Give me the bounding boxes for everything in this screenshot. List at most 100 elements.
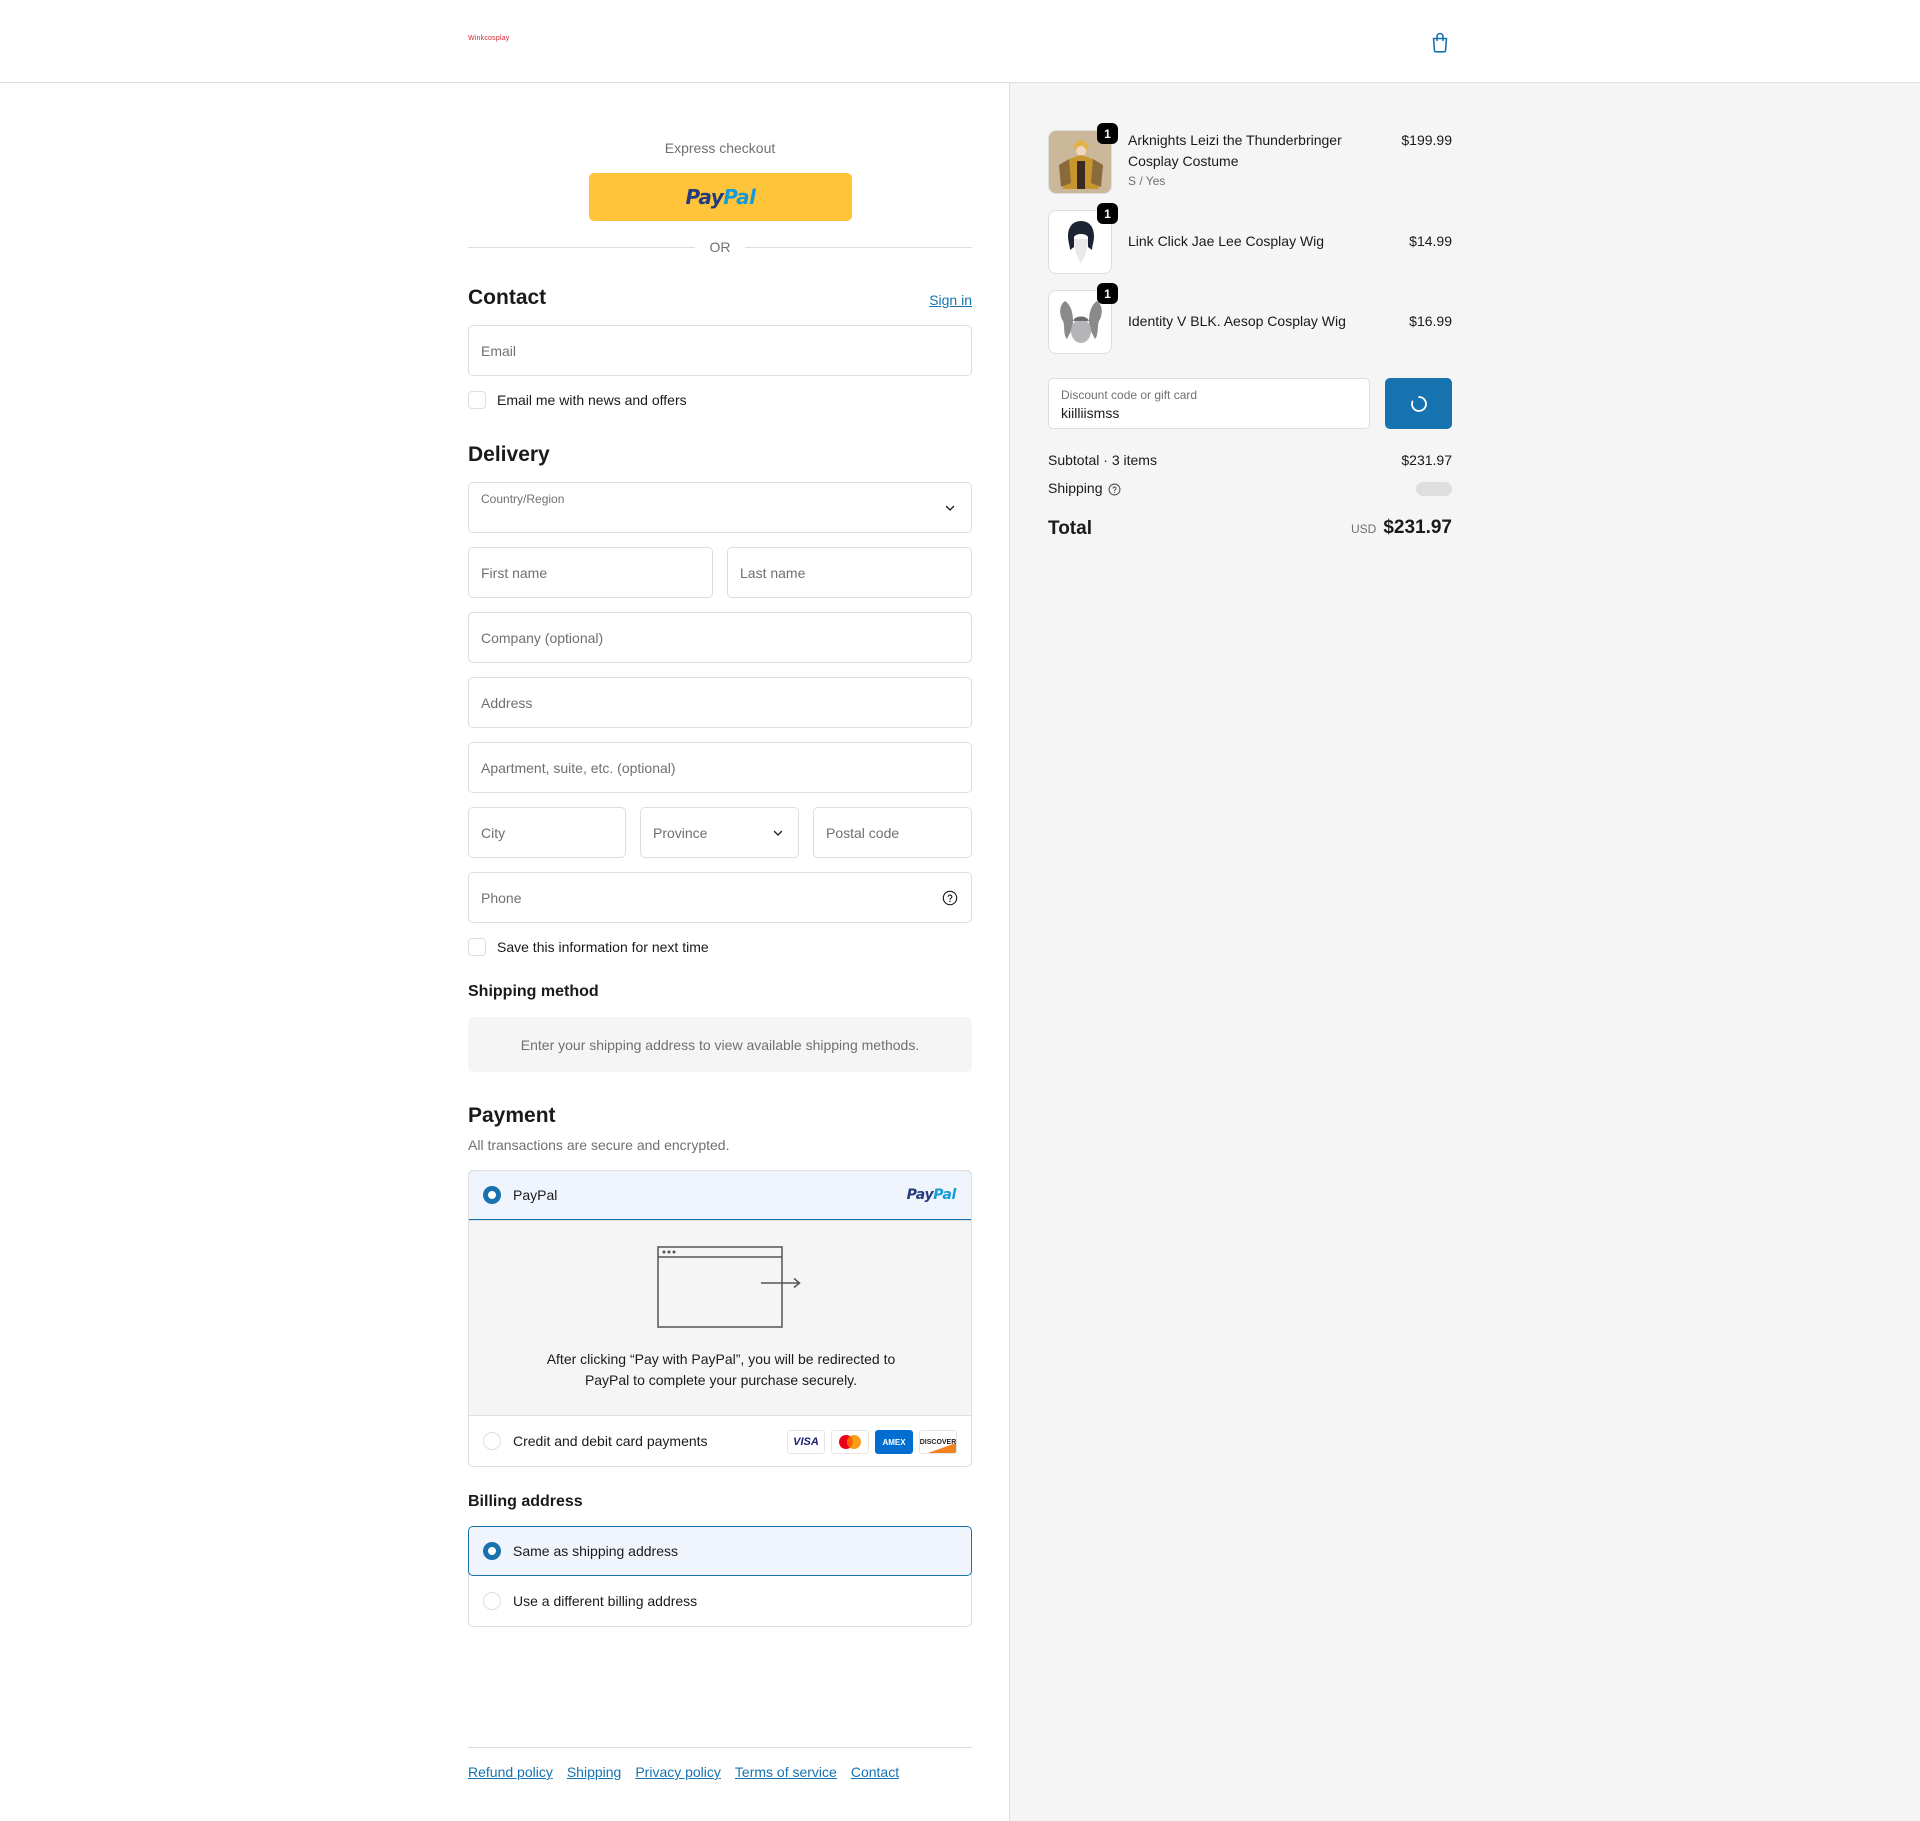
card-radio[interactable] <box>483 1432 501 1450</box>
help-circle-icon[interactable] <box>942 890 958 906</box>
payment-option-paypal[interactable]: PayPal PayPal <box>469 1171 971 1220</box>
quantity-badge: 1 <box>1097 283 1118 304</box>
arrow-right-icon <box>761 1277 801 1289</box>
country-label: Country/Region <box>481 492 565 506</box>
payment-option-card[interactable]: Credit and debit card payments VISA AMEX… <box>469 1416 971 1466</box>
save-info-checkbox-row[interactable]: Save this information for next time <box>468 938 709 956</box>
phone-field[interactable] <box>468 872 972 923</box>
item-name: Identity V BLK. Aesop Cosplay Wig <box>1128 313 1346 329</box>
shipping-loading-placeholder <box>1416 482 1452 496</box>
shopping-bag-icon[interactable] <box>1428 30 1452 54</box>
item-name: Link Click Jae Lee Cosplay Wig <box>1128 233 1325 249</box>
address-field[interactable] <box>468 677 972 728</box>
shipping-row: Shipping <box>1048 480 1452 496</box>
discover-icon: DISCOVER <box>919 1430 957 1454</box>
postal-code-field[interactable] <box>813 807 972 858</box>
footer-divider <box>468 1747 972 1748</box>
footer-links: Refund policy Shipping Privacy policy Te… <box>468 1764 899 1780</box>
billing-same-option[interactable]: Same as shipping address <box>468 1526 972 1576</box>
subtotal-row: Subtotal · 3 items $231.97 <box>1048 452 1452 468</box>
paypal-redirect-text: After clicking “Pay with PayPal”, you wi… <box>546 1351 896 1388</box>
paypal-option-label: PayPal <box>513 1187 558 1203</box>
amex-icon: AMEX <box>875 1430 913 1454</box>
postal-code-input[interactable] <box>814 808 971 857</box>
first-name-input[interactable] <box>469 548 712 597</box>
country-select[interactable]: Country/Region <box>468 482 972 533</box>
chevron-down-icon <box>945 505 955 511</box>
apartment-field[interactable] <box>468 742 972 793</box>
or-label: OR <box>709 239 731 255</box>
billing-different-radio[interactable] <box>483 1592 501 1610</box>
or-divider: OR <box>468 237 972 257</box>
newsletter-checkbox[interactable] <box>468 391 486 409</box>
contact-link[interactable]: Contact <box>851 1764 899 1780</box>
item-price: $199.99 <box>1401 132 1452 148</box>
express-checkout-label: Express checkout <box>664 140 776 156</box>
card-brands: VISA AMEX DISCOVER <box>787 1430 957 1454</box>
shipping-label: Shipping <box>1048 480 1103 496</box>
company-field[interactable] <box>468 612 972 663</box>
billing-options: Same as shipping address Use a different… <box>468 1526 972 1627</box>
subtotal-value: $231.97 <box>1401 452 1452 468</box>
discount-code-field[interactable]: Discount code or gift card kiilliismss <box>1048 378 1370 429</box>
shipping-policy-link[interactable]: Shipping <box>567 1764 622 1780</box>
item-price: $16.99 <box>1409 313 1452 329</box>
item-price: $14.99 <box>1409 233 1452 249</box>
email-input[interactable] <box>469 326 971 375</box>
paypal-radio[interactable] <box>483 1186 501 1204</box>
phone-input[interactable] <box>469 873 971 922</box>
payment-heading: Payment <box>468 1104 556 1127</box>
last-name-input[interactable] <box>728 548 971 597</box>
spinner-icon <box>1410 395 1427 412</box>
billing-different-label: Use a different billing address <box>513 1593 698 1609</box>
delivery-heading: Delivery <box>468 443 550 466</box>
last-name-field[interactable] <box>727 547 972 598</box>
email-field[interactable] <box>468 325 972 376</box>
paypal-logo: PayPal <box>906 1187 957 1203</box>
privacy-policy-link[interactable]: Privacy policy <box>635 1764 721 1780</box>
address-input[interactable] <box>469 678 971 727</box>
sign-in-link[interactable]: Sign in <box>929 292 972 308</box>
total-row: Total USD $231.97 <box>1048 517 1452 540</box>
subtotal-label: Subtotal · 3 items <box>1048 452 1157 468</box>
save-info-checkbox[interactable] <box>468 938 486 956</box>
contact-heading: Contact <box>468 286 547 309</box>
help-circle-icon[interactable] <box>1108 483 1121 496</box>
city-input[interactable] <box>469 808 625 857</box>
billing-different-option[interactable]: Use a different billing address <box>469 1576 971 1626</box>
currency-code: USD <box>1350 522 1377 536</box>
terms-of-service-link[interactable]: Terms of service <box>735 1764 837 1780</box>
quantity-badge: 1 <box>1097 203 1118 224</box>
apartment-input[interactable] <box>469 743 971 792</box>
chevron-down-icon <box>773 830 783 836</box>
first-name-field[interactable] <box>468 547 713 598</box>
shipping-method-heading: Shipping method <box>468 983 599 1000</box>
store-logo[interactable]: Winkcosplay <box>468 35 510 42</box>
save-info-label: Save this information for next time <box>497 939 709 955</box>
newsletter-checkbox-row[interactable]: Email me with news and offers <box>468 391 687 409</box>
discount-value[interactable]: kiilliismss <box>1061 405 1119 421</box>
apply-discount-button[interactable] <box>1385 378 1452 429</box>
paypal-logo: PayPal <box>685 185 756 209</box>
visa-icon: VISA <box>787 1430 825 1454</box>
payment-subtitle: All transactions are secure and encrypte… <box>468 1137 730 1153</box>
item-variant: S / Yes <box>1128 174 1166 188</box>
newsletter-label: Email me with news and offers <box>497 392 687 408</box>
refund-policy-link[interactable]: Refund policy <box>468 1764 553 1780</box>
billing-same-label: Same as shipping address <box>513 1543 678 1559</box>
quantity-badge: 1 <box>1097 123 1118 144</box>
total-label: Total <box>1048 518 1092 539</box>
shipping-method-note: Enter your shipping address to view avai… <box>468 1017 972 1072</box>
list-item: 1 Link Click Jae Lee Cosplay Wig $14.99 <box>1048 203 1452 274</box>
list-item: 1 Arknights Leizi the Thunderbringer Cos… <box>1048 123 1452 194</box>
discount-label: Discount code or gift card <box>1061 388 1198 402</box>
billing-heading: Billing address <box>468 1493 583 1510</box>
province-select[interactable] <box>640 807 799 858</box>
mastercard-icon <box>831 1430 869 1454</box>
total-value: $231.97 <box>1383 517 1452 538</box>
city-field[interactable] <box>468 807 626 858</box>
billing-same-radio[interactable] <box>483 1542 501 1560</box>
card-option-label: Credit and debit card payments <box>513 1433 708 1449</box>
paypal-express-button[interactable]: PayPal <box>589 173 852 221</box>
company-input[interactable] <box>469 613 971 662</box>
